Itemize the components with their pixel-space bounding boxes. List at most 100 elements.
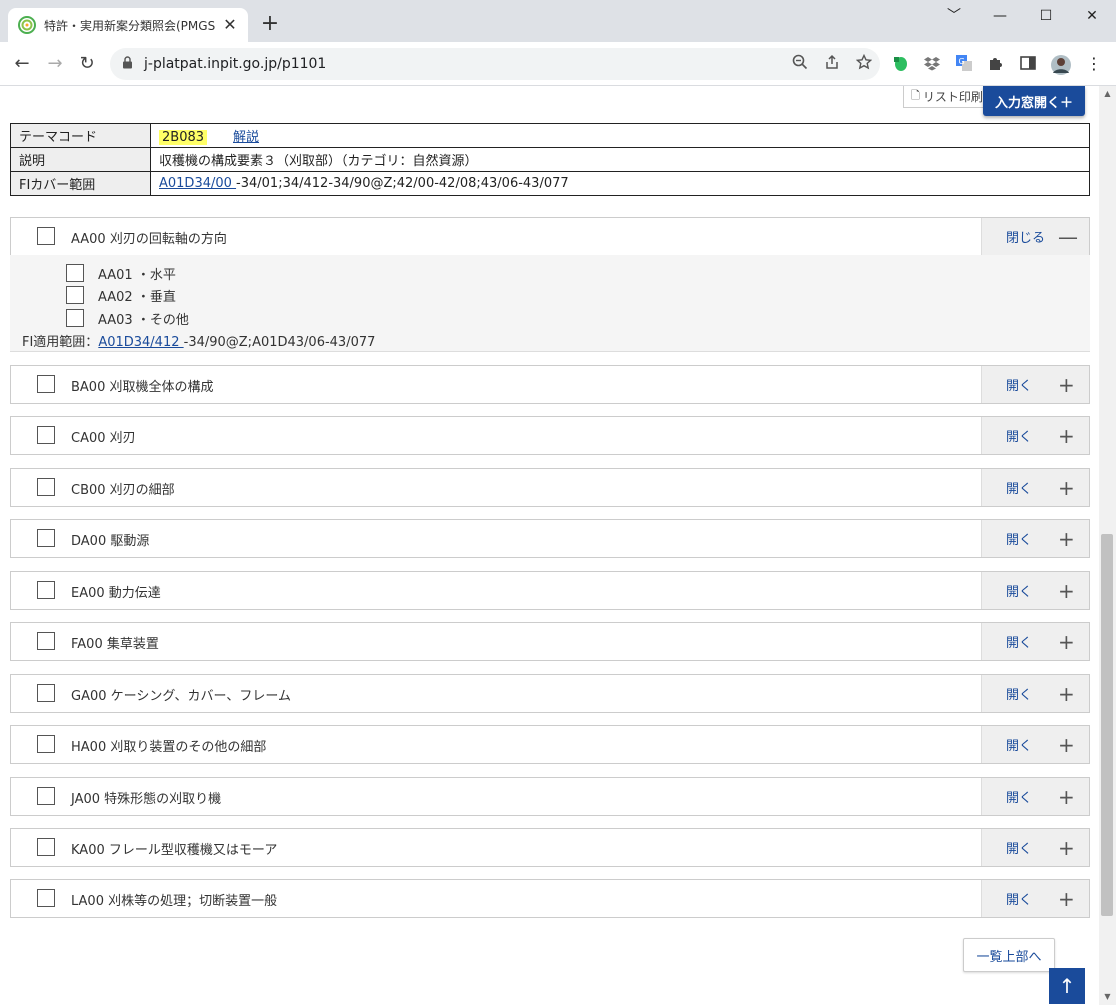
url-text[interactable]: j-platpat.inpit.go.jp/p1101	[144, 56, 784, 72]
category-label: BA00 刈取機全体の構成	[71, 380, 214, 395]
open-toggle[interactable]: 開く +	[981, 520, 1089, 557]
zoom-icon[interactable]	[784, 54, 816, 74]
category-label: CA00 刈刃	[71, 431, 136, 446]
browser-menu-icon[interactable]: ⋮	[1084, 54, 1104, 74]
theme-code-value: 2B083	[159, 130, 208, 145]
site-favicon-icon	[18, 16, 36, 34]
list-print-button[interactable]: 🗋 リスト印刷	[903, 86, 985, 108]
row-checkbox[interactable]	[37, 838, 55, 856]
open-toggle[interactable]: 開く +	[981, 366, 1089, 403]
subitem-aa02: AA02 ・垂直	[66, 285, 176, 305]
open-toggle[interactable]: 開く +	[981, 726, 1089, 763]
open-label: 開く	[1006, 739, 1033, 754]
checkbox-aa02[interactable]	[66, 286, 84, 304]
browser-tab[interactable]: 特許・実用新案分類照会(PMGS) | ✕	[8, 8, 248, 42]
svg-text:G: G	[959, 57, 965, 66]
category-label: LA00 刈株等の処理；切断装置一般	[71, 894, 278, 909]
open-label: 開く	[1006, 893, 1033, 908]
plus-icon: +	[1058, 629, 1075, 654]
close-tab-icon[interactable]: ✕	[222, 17, 238, 33]
tab-search-icon[interactable]: ﹀	[940, 6, 968, 26]
bookmark-star-icon[interactable]	[848, 53, 880, 74]
close-window-button[interactable]: ✕	[1078, 6, 1106, 26]
category-row: HA00 刈取り装置のその他の細部 開く +	[10, 725, 1090, 764]
row-checkbox[interactable]	[37, 889, 55, 907]
lock-icon[interactable]	[122, 56, 136, 72]
fi-cover-link[interactable]: A01D34/00	[159, 176, 236, 191]
checkbox-aa03[interactable]	[66, 309, 84, 327]
address-bar[interactable]: j-platpat.inpit.go.jp/p1101	[110, 48, 880, 80]
open-input-window-button[interactable]: 入力窓開く＋	[983, 86, 1085, 116]
maximize-window-button[interactable]: ☐	[1032, 6, 1060, 26]
fi-cover-rest: -34/01;34/412-34/90@Z;42/00-42/08;43/06-…	[236, 176, 569, 191]
close-toggle-aa00[interactable]: 閉じる —	[981, 218, 1089, 255]
open-toggle[interactable]: 開く +	[981, 829, 1089, 866]
plus-icon: +	[1058, 475, 1075, 500]
open-toggle[interactable]: 開く +	[981, 572, 1089, 609]
subitem-label-aa01: AA01 ・水平	[98, 267, 176, 283]
category-label: FA00 集草装置	[71, 637, 159, 652]
subitem-label-aa03: AA03 ・その他	[98, 312, 189, 328]
document-icon: 🗋	[911, 89, 920, 102]
plus-icon: +	[1058, 681, 1075, 706]
fi-apply-rest: -34/90@Z;A01D43/06-43/077	[183, 335, 376, 350]
open-toggle[interactable]: 開く +	[981, 469, 1089, 506]
minimize-window-button[interactable]: —	[986, 6, 1014, 26]
row-checkbox[interactable]	[37, 581, 55, 599]
category-row: DA00 駆動源 開く +	[10, 519, 1090, 558]
subitem-aa03: AA03 ・その他	[66, 308, 189, 328]
row-checkbox[interactable]	[37, 375, 55, 393]
category-label: EA00 動力伝達	[71, 586, 161, 601]
subitem-aa01: AA01 ・水平	[66, 263, 176, 283]
fi-apply-range: FI適用範囲：A01D34/412 -34/90@Z;A01D43/06-43/…	[22, 331, 375, 350]
scroll-to-top-arrow-icon[interactable]: ↑	[1049, 968, 1085, 1004]
profile-avatar[interactable]	[1050, 54, 1071, 75]
row-checkbox[interactable]	[37, 787, 55, 805]
share-icon[interactable]	[816, 54, 848, 74]
description-key: 説明	[10, 147, 151, 172]
list-print-label: リスト印刷	[922, 90, 983, 104]
row-checkbox[interactable]	[37, 426, 55, 444]
explanation-link[interactable]: 解説	[233, 130, 259, 145]
open-toggle[interactable]: 開く +	[981, 623, 1089, 660]
row-checkbox[interactable]	[37, 632, 55, 650]
open-toggle[interactable]: 開く +	[981, 778, 1089, 815]
theme-info-table: テーマコード 2B083 解説 説明 収穫機の構成要素３（刈取部）（カテゴリ：自然…	[10, 123, 1090, 196]
category-row: FA00 集草装置 開く +	[10, 622, 1090, 661]
back-icon[interactable]: ←	[10, 52, 34, 76]
extensions-puzzle-icon[interactable]	[986, 54, 1006, 74]
row-checkbox[interactable]	[37, 478, 55, 496]
tab-strip: 特許・実用新案分類照会(PMGS) | ✕ + ﹀ — ☐ ✕	[0, 0, 1116, 42]
row-checkbox[interactable]	[37, 735, 55, 753]
plus-icon: +	[1058, 784, 1075, 809]
back-to-list-top-button[interactable]: 一覧上部へ	[963, 938, 1055, 972]
category-row: GA00 ケーシング、カバー、フレーム 開く +	[10, 674, 1090, 713]
fi-apply-link[interactable]: A01D34/412	[98, 335, 183, 350]
forward-icon[interactable]: →	[43, 52, 67, 76]
open-toggle[interactable]: 開く +	[981, 675, 1089, 712]
plus-icon: +	[1058, 886, 1075, 911]
reload-icon[interactable]: ↻	[75, 52, 99, 76]
row-checkbox[interactable]	[37, 684, 55, 702]
open-label: 開く	[1006, 791, 1033, 806]
open-toggle[interactable]: 開く +	[981, 880, 1089, 917]
category-row: JA00 特殊形態の刈取り機 開く +	[10, 777, 1090, 816]
evernote-extension-icon[interactable]	[890, 54, 910, 74]
page-scrollbar[interactable]: ▲ ▼	[1099, 86, 1116, 1005]
translate-extension-icon[interactable]: G	[954, 54, 974, 74]
checkbox-aa00[interactable]	[37, 227, 55, 245]
description-value: 収穫機の構成要素３（刈取部）（カテゴリ：自然資源）	[150, 147, 1090, 172]
plus-icon: +	[1058, 578, 1075, 603]
scroll-down-icon[interactable]: ▼	[1099, 989, 1116, 1005]
new-tab-button[interactable]: +	[260, 13, 280, 35]
side-panel-icon[interactable]	[1018, 54, 1038, 74]
open-toggle[interactable]: 開く +	[981, 417, 1089, 454]
open-label: 開く	[1006, 533, 1033, 548]
dropbox-extension-icon[interactable]	[922, 54, 942, 74]
fi-cover-key: FIカバー範囲	[10, 171, 151, 196]
checkbox-aa01[interactable]	[66, 264, 84, 282]
scrollbar-thumb[interactable]	[1101, 534, 1113, 916]
plus-icon: +	[1058, 732, 1075, 757]
row-checkbox[interactable]	[37, 529, 55, 547]
scroll-up-icon[interactable]: ▲	[1099, 86, 1116, 102]
